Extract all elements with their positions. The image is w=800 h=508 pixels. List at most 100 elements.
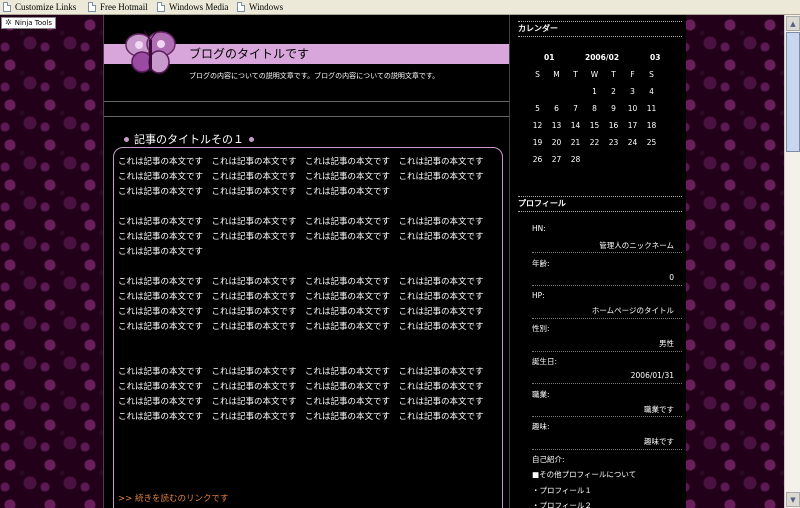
- entry-paragraph: これは記事の本文です これは記事の本文です これは記事の本文です これは記事の本…: [118, 277, 493, 332]
- profile-divider: [532, 351, 682, 352]
- link-label: Windows: [249, 2, 284, 12]
- profile-divider: [532, 383, 682, 384]
- link-customize-links[interactable]: Customize Links: [3, 1, 76, 13]
- entry-paragraph: これは記事の本文です これは記事の本文です これは記事の本文です これは記事の本…: [118, 157, 493, 197]
- profile-value: 男性: [659, 339, 674, 348]
- calendar-day: 27: [551, 155, 562, 164]
- calendar-day: 3: [630, 87, 635, 96]
- weekday-label: F: [630, 70, 635, 79]
- calendar-day: 24: [627, 138, 638, 147]
- calendar-day: [585, 151, 604, 168]
- calendar-day: 23: [608, 138, 619, 147]
- profile-intro-line: ・プロフィール１: [532, 486, 592, 495]
- calendar-day: 16: [608, 121, 619, 130]
- link-free-hotmail[interactable]: Free Hotmail: [88, 1, 148, 13]
- calendar-day: 1: [592, 87, 597, 96]
- calendar-day: 6: [554, 104, 559, 113]
- profile-label: HP:: [532, 291, 545, 300]
- calendar-week-row: 26 27 28: [528, 151, 678, 168]
- profile-intro-label: 自己紹介:: [532, 455, 565, 464]
- profile-intro-line: ・プロフィール２: [532, 501, 592, 508]
- profile-divider: [532, 416, 682, 417]
- calendar-week-row: 5 6 7 8 9 10 11: [528, 100, 678, 117]
- profile-divider: [532, 318, 682, 319]
- calendar-day: 14: [570, 121, 581, 130]
- calendar-day: 7: [573, 104, 578, 113]
- scroll-up-arrow-icon[interactable]: ▲: [786, 16, 800, 31]
- entry-body: これは記事の本文です これは記事の本文です これは記事の本文です これは記事の本…: [118, 155, 496, 440]
- calendar-day: 2: [611, 87, 616, 96]
- page-icon: [3, 2, 11, 12]
- bullet-dot-icon: [249, 136, 254, 142]
- profile-divider: [532, 449, 682, 450]
- blog-description: ブログの内容についての説明文章です。ブログの内容についての説明文章です。: [189, 72, 440, 80]
- calendar-day: 20: [551, 138, 562, 147]
- links-toolbar: Customize Links Free Hotmail Windows Med…: [0, 0, 800, 15]
- link-label: Customize Links: [15, 2, 77, 12]
- calendar-current-month: 2006/02: [585, 53, 620, 62]
- calendar-day: 25: [646, 138, 657, 147]
- calendar-week-row: 1 2 3 4: [528, 83, 678, 100]
- weekday-label: S: [535, 70, 540, 79]
- calendar-day: 15: [589, 121, 600, 130]
- calendar-day: 28: [570, 155, 581, 164]
- calendar-day: 21: [570, 138, 581, 147]
- profile-label: 趣味:: [532, 422, 550, 431]
- calendar-day: [566, 83, 585, 100]
- sidebar: カレンダー 01 2006/02 03 S M T W T F S 1 2 3: [510, 15, 686, 508]
- main-column: ブログのタイトルです ブログの内容についての説明文章です。ブログの内容についての…: [103, 15, 510, 508]
- calendar-day: 5: [535, 104, 540, 113]
- profile-label: HN:: [532, 224, 546, 233]
- profile-intro-line: ■その他プロフィールについて: [532, 470, 637, 479]
- calendar-week-row: 12 13 14 15 16 17 18: [528, 117, 678, 134]
- profile-label: 性別:: [532, 324, 550, 333]
- weekday-label: T: [573, 70, 578, 79]
- calendar-prev-link[interactable]: 01: [544, 53, 554, 62]
- calendar-day: 22: [589, 138, 600, 147]
- read-more-link[interactable]: >> 続きを読むのリンクです: [118, 492, 228, 504]
- ninja-tools-badge[interactable]: ✲ Ninja Tools: [1, 17, 57, 29]
- profile-divider: [532, 252, 682, 253]
- calendar-day: 13: [551, 121, 562, 130]
- weekday-label: W: [590, 70, 599, 79]
- page-icon: [237, 2, 245, 12]
- link-windows-media[interactable]: Windows Media: [157, 1, 228, 13]
- weekday-label: S: [649, 70, 654, 79]
- profile-homepage-link[interactable]: ホームページのタイトル: [592, 305, 674, 316]
- weekday-label: T: [611, 70, 616, 79]
- profile-value: 趣味です: [644, 437, 674, 446]
- calendar-weekday-row: S M T W T F S: [528, 66, 678, 83]
- calendar-day: 19: [532, 138, 543, 147]
- calendar-heading: カレンダー: [518, 21, 682, 37]
- calendar-day: 8: [592, 104, 597, 113]
- ninja-star-icon: ✲: [5, 18, 12, 27]
- calendar-day: [623, 151, 642, 168]
- calendar-next-link[interactable]: 03: [650, 53, 660, 62]
- calendar-day: [642, 151, 661, 168]
- scroll-thumb[interactable]: [786, 32, 800, 152]
- calendar-day: [528, 83, 547, 100]
- profile-divider: [532, 285, 682, 286]
- weekday-label: M: [553, 70, 560, 79]
- page-viewport: ✲ Ninja Tools ブログのタイトルです ブログの内容についての説明文章…: [0, 15, 784, 508]
- profile-label: 誕生日:: [532, 357, 558, 366]
- entry-title[interactable]: 記事のタイトルその１: [120, 131, 258, 147]
- entry-paragraph: これは記事の本文です これは記事の本文です これは記事の本文です これは記事の本…: [118, 367, 493, 422]
- profile-value: 0: [669, 273, 674, 282]
- butterfly-icon: [125, 30, 176, 74]
- page-icon: [88, 2, 96, 12]
- blog-title[interactable]: ブログのタイトルです: [189, 45, 309, 62]
- link-windows[interactable]: Windows: [237, 1, 283, 13]
- calendar-day: 4: [649, 87, 654, 96]
- calendar-day: 12: [532, 121, 543, 130]
- scroll-down-arrow-icon[interactable]: ▼: [786, 492, 800, 507]
- profile-value: 管理人のニックネーム: [599, 241, 674, 250]
- calendar-day: [547, 83, 566, 100]
- ninja-tools-label: Ninja Tools: [14, 19, 53, 27]
- divider: [104, 116, 509, 117]
- profile-heading: プロフィール: [518, 196, 682, 212]
- calendar-grid: S M T W T F S 1 2 3 4 5 6 7 8 9 10 11 12…: [528, 66, 678, 168]
- profile-value: 職業です: [644, 405, 674, 414]
- link-label: Windows Media: [169, 2, 229, 12]
- vertical-scrollbar[interactable]: ▲ ▼: [784, 15, 800, 508]
